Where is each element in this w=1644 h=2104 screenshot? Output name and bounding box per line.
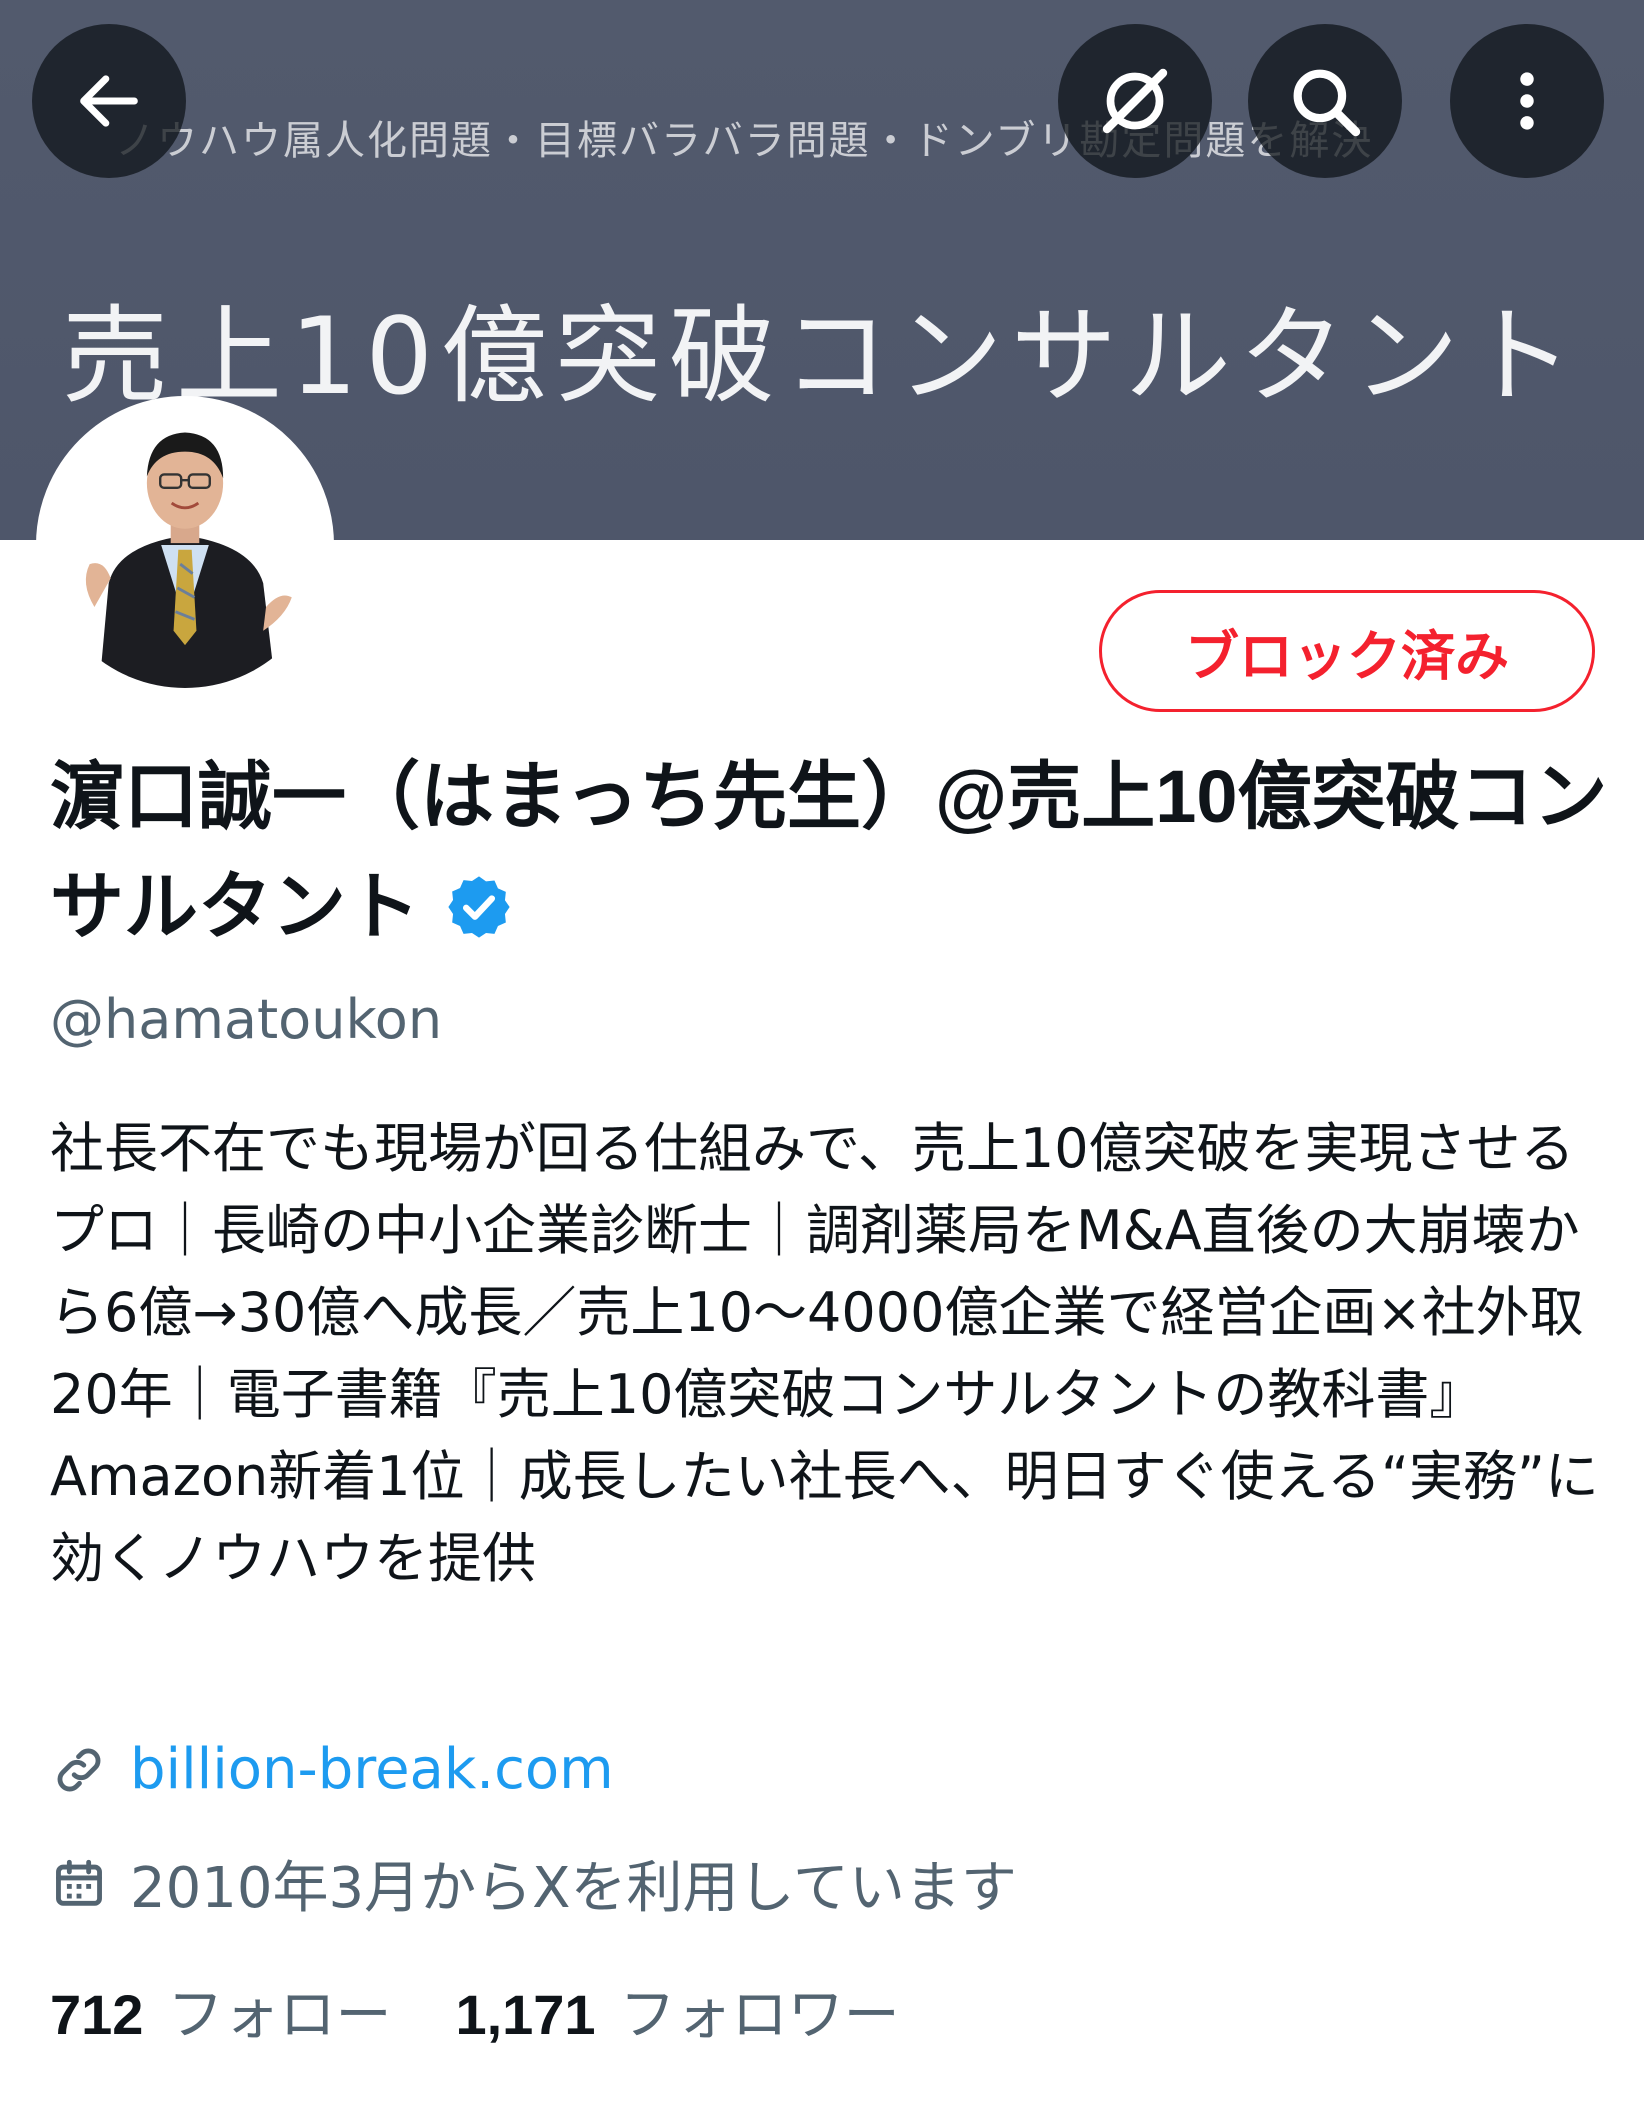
followers-label: フォロワー xyxy=(619,1983,900,2048)
followers-stat[interactable]: 1,171 フォロワー xyxy=(455,1970,899,2051)
follow-stats: 712 フォロー 1,171 フォロワー xyxy=(50,1970,964,2051)
website-link[interactable]: billion-break.com xyxy=(130,1737,614,1802)
profile-website[interactable]: billion-break.com xyxy=(50,1737,614,1802)
back-arrow-icon xyxy=(80,75,138,127)
profile-handle: @hamatoukon xyxy=(50,988,443,1051)
search-button[interactable] xyxy=(1248,24,1402,178)
followers-count: 1,171 xyxy=(455,1983,596,2046)
following-stat[interactable]: 712 フォロー xyxy=(50,1970,391,2051)
more-options-button[interactable] xyxy=(1450,24,1604,178)
more-vertical-icon xyxy=(1520,72,1534,130)
banner-title: 売上10億突破コンサルタント xyxy=(62,295,1581,418)
grok-button[interactable] xyxy=(1058,24,1212,178)
following-count: 712 xyxy=(50,1983,144,2046)
blocked-button[interactable]: ブロック済み xyxy=(1099,590,1595,712)
profile-display-name: 濵口誠一（はまっち先生）@売上10億突破コンサルタント xyxy=(50,742,1610,962)
following-label: フォロー xyxy=(167,1983,392,2048)
join-date-text: 2010年3月からXを利用しています xyxy=(130,1856,1017,1921)
profile-bio: 社長不在でも現場が回る仕組みで、売上10億突破を実現させるプロ｜長崎の中小企業診… xyxy=(50,1117,1599,1590)
avatar-photo xyxy=(42,402,328,688)
display-name-text: 濵口誠一（はまっち先生）@売上10億突破コンサルタント xyxy=(50,755,1608,948)
back-button[interactable] xyxy=(32,24,186,178)
verified-badge-icon[interactable] xyxy=(444,872,514,942)
link-icon xyxy=(57,1748,101,1791)
grok-icon xyxy=(1102,68,1168,134)
search-icon xyxy=(1293,69,1361,137)
profile-avatar[interactable] xyxy=(36,396,334,694)
calendar-icon xyxy=(56,1859,102,1906)
profile-join-date: 2010年3月からXを利用しています xyxy=(50,1843,1017,1924)
